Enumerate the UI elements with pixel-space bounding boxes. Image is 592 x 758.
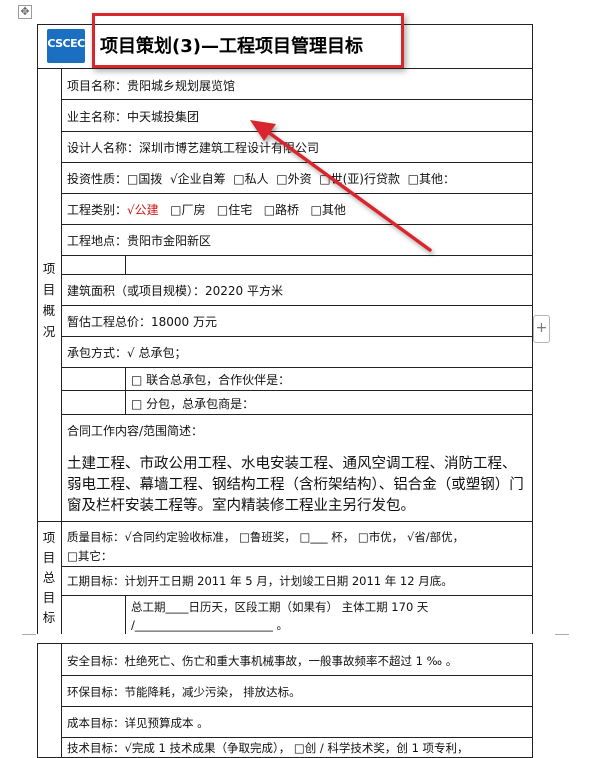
annotation-arrow [250, 120, 432, 252]
